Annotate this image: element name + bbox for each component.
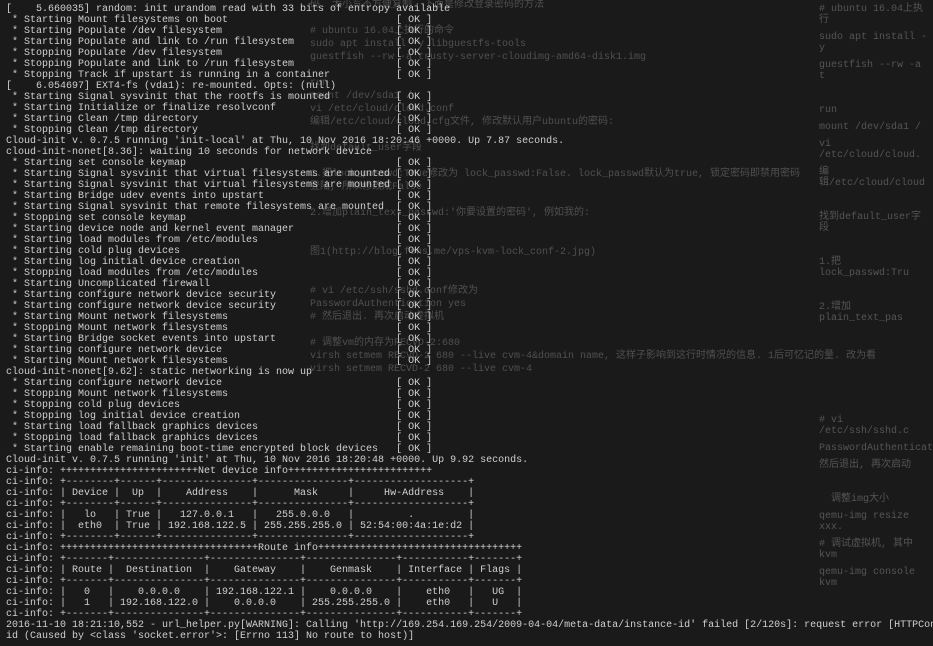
terminal-output[interactable]: [ 5.660035] random: init urandom read wi… xyxy=(0,0,933,646)
